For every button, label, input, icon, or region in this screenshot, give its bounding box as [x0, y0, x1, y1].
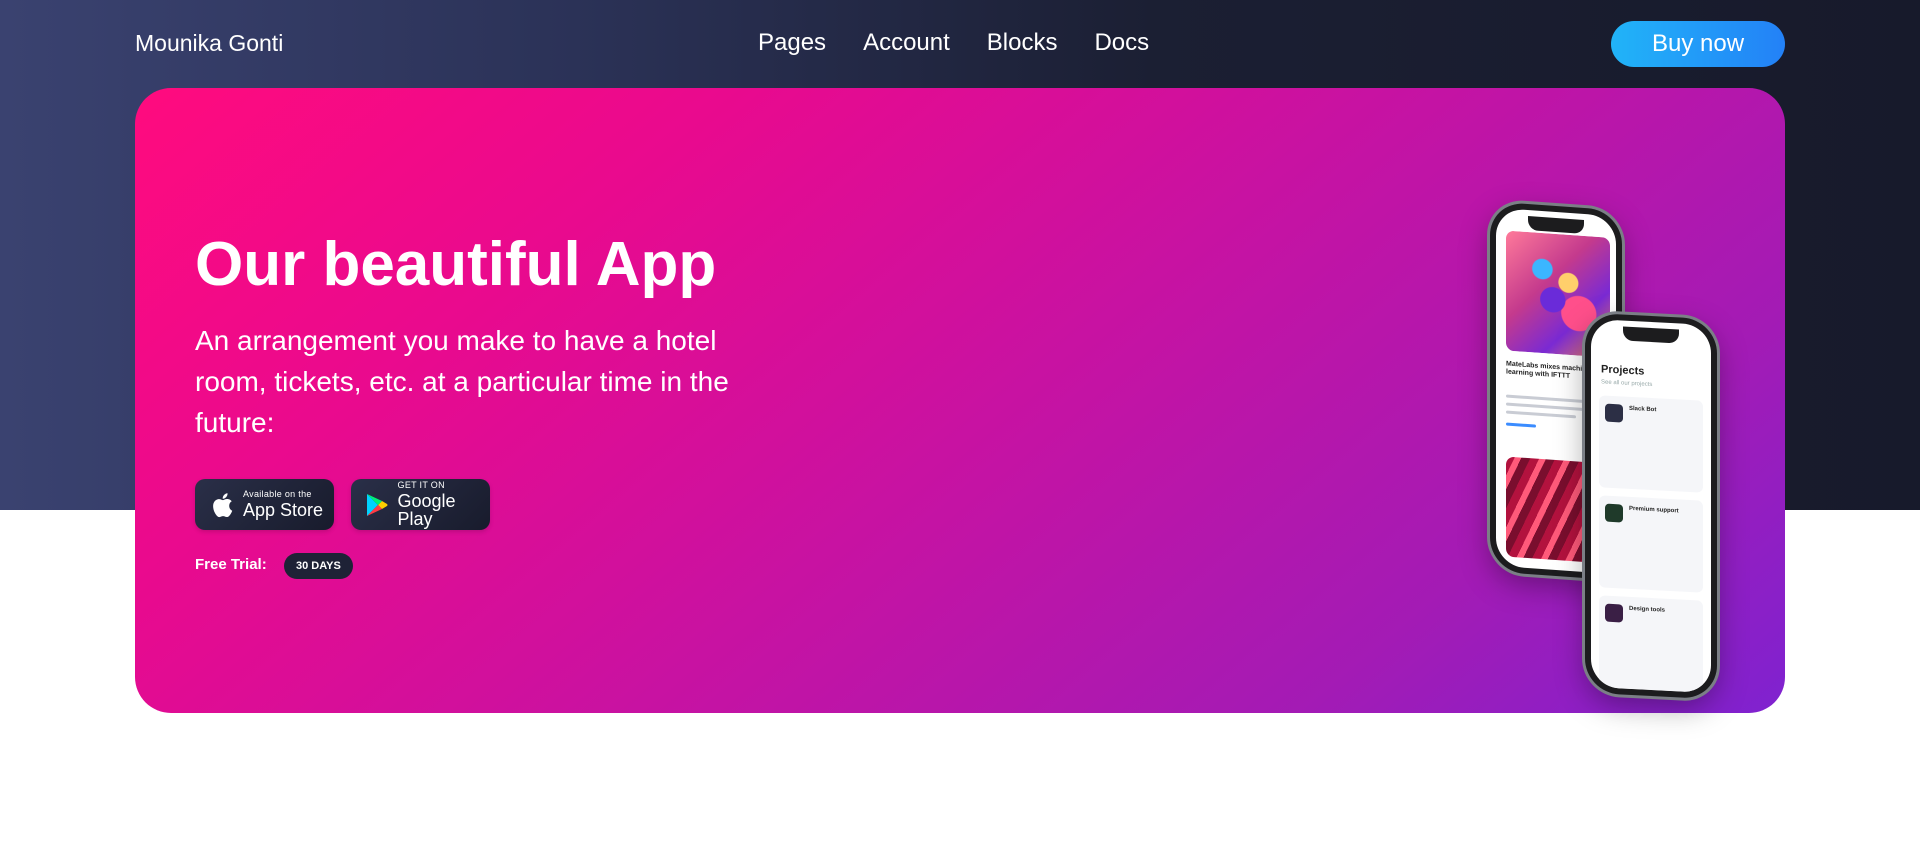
hero-card: Our beautiful App An arrangement you mak… [135, 88, 1785, 713]
spotify-icon [1605, 503, 1623, 523]
nav-link-account[interactable]: Account [863, 29, 950, 57]
nav-link-blocks[interactable]: Blocks [987, 29, 1058, 57]
google-play-small: GET IT ON [397, 480, 445, 490]
phone-mockup-front: Projects See all our projects Slack Bot … [1585, 312, 1717, 700]
project-card: Design tools [1599, 595, 1703, 693]
google-play-icon [365, 491, 390, 519]
design-tool-icon [1605, 603, 1623, 623]
phone-front-screen: Projects See all our projects Slack Bot … [1591, 318, 1711, 694]
nav-links: Pages Account Blocks Docs [758, 29, 1149, 57]
project-name: Premium support [1629, 505, 1679, 515]
slack-icon [1605, 403, 1623, 423]
text-line [1506, 402, 1596, 412]
read-more-link [1506, 422, 1536, 428]
app-store-text: Available on the App Store [243, 489, 324, 520]
google-play-big: Google Play [397, 491, 456, 529]
projects-title: Projects [1601, 363, 1645, 378]
project-card: Premium support [1599, 495, 1703, 593]
text-line [1506, 410, 1576, 419]
apple-icon [209, 491, 235, 519]
nav-link-docs[interactable]: Docs [1094, 29, 1149, 57]
app-store-button[interactable]: Available on the App Store [195, 479, 334, 530]
project-card: Slack Bot [1599, 395, 1703, 493]
free-trial-label: Free Trial: [195, 556, 267, 573]
google-play-button[interactable]: GET IT ON Google Play [351, 479, 490, 530]
trial-days-badge: 30 DAYS [284, 553, 353, 579]
phone-notch [1528, 216, 1584, 234]
google-play-text: GET IT ON Google Play [397, 480, 490, 529]
buy-now-button[interactable]: Buy now [1611, 21, 1785, 67]
nav-link-pages[interactable]: Pages [758, 29, 826, 57]
hero-subtitle: An arrangement you make to have a hotel … [195, 325, 729, 438]
project-name: Design tools [1629, 605, 1666, 614]
brand-name[interactable]: Mounika Gonti [135, 30, 283, 57]
app-store-small: Available on the [243, 489, 312, 499]
hero-title: Our beautiful App [195, 230, 717, 299]
phone-notch [1623, 326, 1679, 344]
project-name: Slack Bot [1629, 405, 1657, 414]
projects-subtitle: See all our projects [1601, 379, 1653, 389]
app-store-big: App Store [243, 500, 324, 520]
navbar: Mounika Gonti Pages Account Blocks Docs … [0, 0, 1920, 88]
